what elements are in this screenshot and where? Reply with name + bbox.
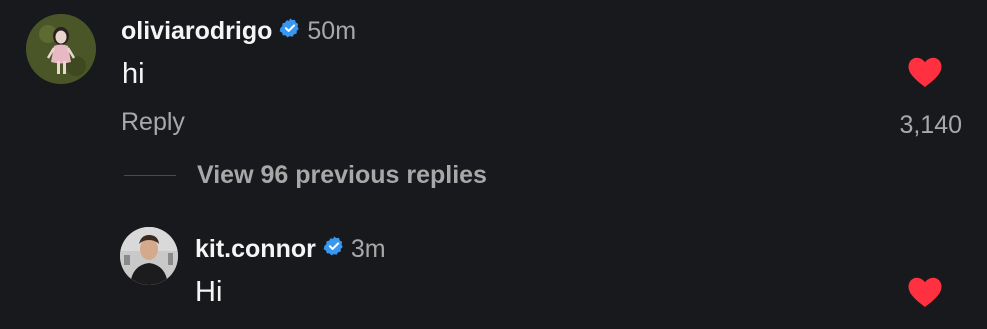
reply-button[interactable]: Reply xyxy=(121,108,185,137)
reply-text: Hi xyxy=(195,276,223,308)
avatar-image xyxy=(26,14,96,84)
verified-badge-icon xyxy=(323,235,345,264)
reply-username[interactable]: kit.connor xyxy=(195,235,316,264)
heart-icon[interactable] xyxy=(907,276,943,313)
avatar[interactable] xyxy=(26,14,96,84)
like-count[interactable]: 3,140 xyxy=(870,111,962,140)
verified-badge-icon xyxy=(279,17,301,46)
heart-icon[interactable] xyxy=(907,56,943,93)
comment-username[interactable]: oliviarodrigo xyxy=(121,17,272,46)
divider-line xyxy=(124,175,176,176)
reply-header: kit.connor 3m xyxy=(195,235,386,264)
view-previous-replies-button[interactable]: View 96 previous replies xyxy=(124,161,487,190)
avatar[interactable] xyxy=(120,227,178,285)
avatar-image xyxy=(120,227,178,285)
comment-header: oliviarodrigo 50m xyxy=(121,17,356,46)
view-replies-label: View 96 previous replies xyxy=(197,161,487,189)
comment-time: 50m xyxy=(307,17,357,45)
comment-text: hi xyxy=(122,58,145,90)
reply-time: 3m xyxy=(350,235,386,263)
